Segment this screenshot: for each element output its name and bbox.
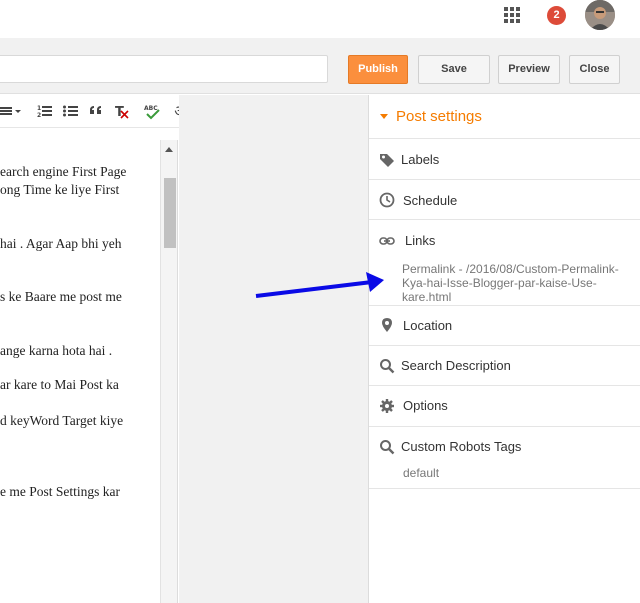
clock-icon [379, 192, 395, 208]
permalink-line: kare.html [402, 290, 452, 304]
permalink-line: Kya-hai-Isse-Blogger-par-kaise-Use- [402, 276, 597, 290]
body-line: ong Time ke liye First [0, 182, 120, 197]
options-label: Options [403, 398, 448, 413]
settings-item-labels[interactable]: Labels [369, 139, 640, 180]
spellcheck-icon[interactable]: ABC [143, 102, 163, 120]
notification-badge[interactable]: 2 [547, 6, 566, 25]
save-button[interactable]: Save [418, 55, 490, 84]
align-icon[interactable] [0, 102, 22, 120]
gutter-area [179, 95, 368, 603]
post-title-input[interactable] [0, 55, 328, 83]
close-button[interactable]: Close [569, 55, 620, 84]
body-line: ar kare to Mai Post ka [0, 377, 119, 392]
bulleted-list-icon[interactable] [62, 102, 80, 120]
numbered-list-icon[interactable]: 12 [36, 102, 54, 120]
search-description-label: Search Description [401, 358, 511, 373]
remove-format-icon[interactable]: T [113, 102, 131, 120]
robots-tags-value: default [403, 466, 440, 480]
top-bar: 2 [0, 0, 640, 38]
body-line: earch engine First Page [0, 164, 127, 179]
svg-text:1: 1 [37, 105, 41, 112]
link-icon [379, 237, 395, 245]
preview-button[interactable]: Preview [498, 55, 560, 84]
settings-item-location[interactable]: Location [369, 306, 640, 346]
body-line: s ke Baare me post me [0, 289, 122, 304]
svg-text:2: 2 [37, 112, 41, 119]
labels-label: Labels [401, 152, 440, 167]
post-editor-area[interactable]: earch engine First Page ong Time ke liye… [0, 140, 178, 603]
scroll-up-icon[interactable] [165, 147, 173, 152]
location-label: Location [403, 318, 453, 333]
settings-item-search-description[interactable]: Search Description [369, 346, 640, 386]
gear-icon [380, 399, 394, 413]
settings-item-custom-robots-tags[interactable]: Custom Robots Tags default [369, 427, 640, 489]
custom-robots-tags-label: Custom Robots Tags [401, 439, 522, 454]
post-action-row: Publish Save Preview Close [0, 38, 640, 94]
apps-grid-icon[interactable] [504, 7, 520, 23]
publish-button[interactable]: Publish [348, 55, 408, 84]
settings-item-links[interactable]: Links Permalink - /2016/08/Custom-Permal… [369, 220, 640, 306]
post-settings-title: Post settings [396, 108, 482, 125]
editor-scrollbar[interactable] [160, 140, 177, 603]
search-icon [380, 440, 395, 455]
body-line: hai . Agar Aap bhi yeh [0, 236, 122, 251]
blogger-post-editor: 2 Publish Save Preview Close 12 T ABC ea… [0, 0, 640, 603]
links-label: Links [405, 233, 436, 248]
svg-text:ABC: ABC [144, 105, 158, 112]
tag-icon [380, 154, 394, 167]
body-line: e me Post Settings kar [0, 484, 120, 499]
scroll-thumb[interactable] [164, 178, 176, 248]
user-avatar[interactable] [585, 0, 615, 30]
post-settings-header[interactable]: Post settings [369, 95, 640, 139]
quote-icon[interactable] [88, 102, 106, 120]
body-line: ange karna hota hai . [0, 343, 113, 358]
body-line: d keyWord Target kiye [0, 413, 124, 428]
caret-down-icon [380, 114, 388, 119]
location-pin-icon [382, 318, 392, 332]
post-settings-panel: Post settings Labels Schedule Links Perm… [368, 95, 640, 603]
annotation-arrow [255, 272, 384, 298]
permalink-line: Permalink - /2016/08/Custom-Permalink- [402, 262, 619, 276]
schedule-label: Schedule [403, 193, 458, 208]
settings-item-options[interactable]: Options [369, 386, 640, 427]
search-icon [380, 359, 395, 374]
settings-item-schedule[interactable]: Schedule [369, 180, 640, 220]
